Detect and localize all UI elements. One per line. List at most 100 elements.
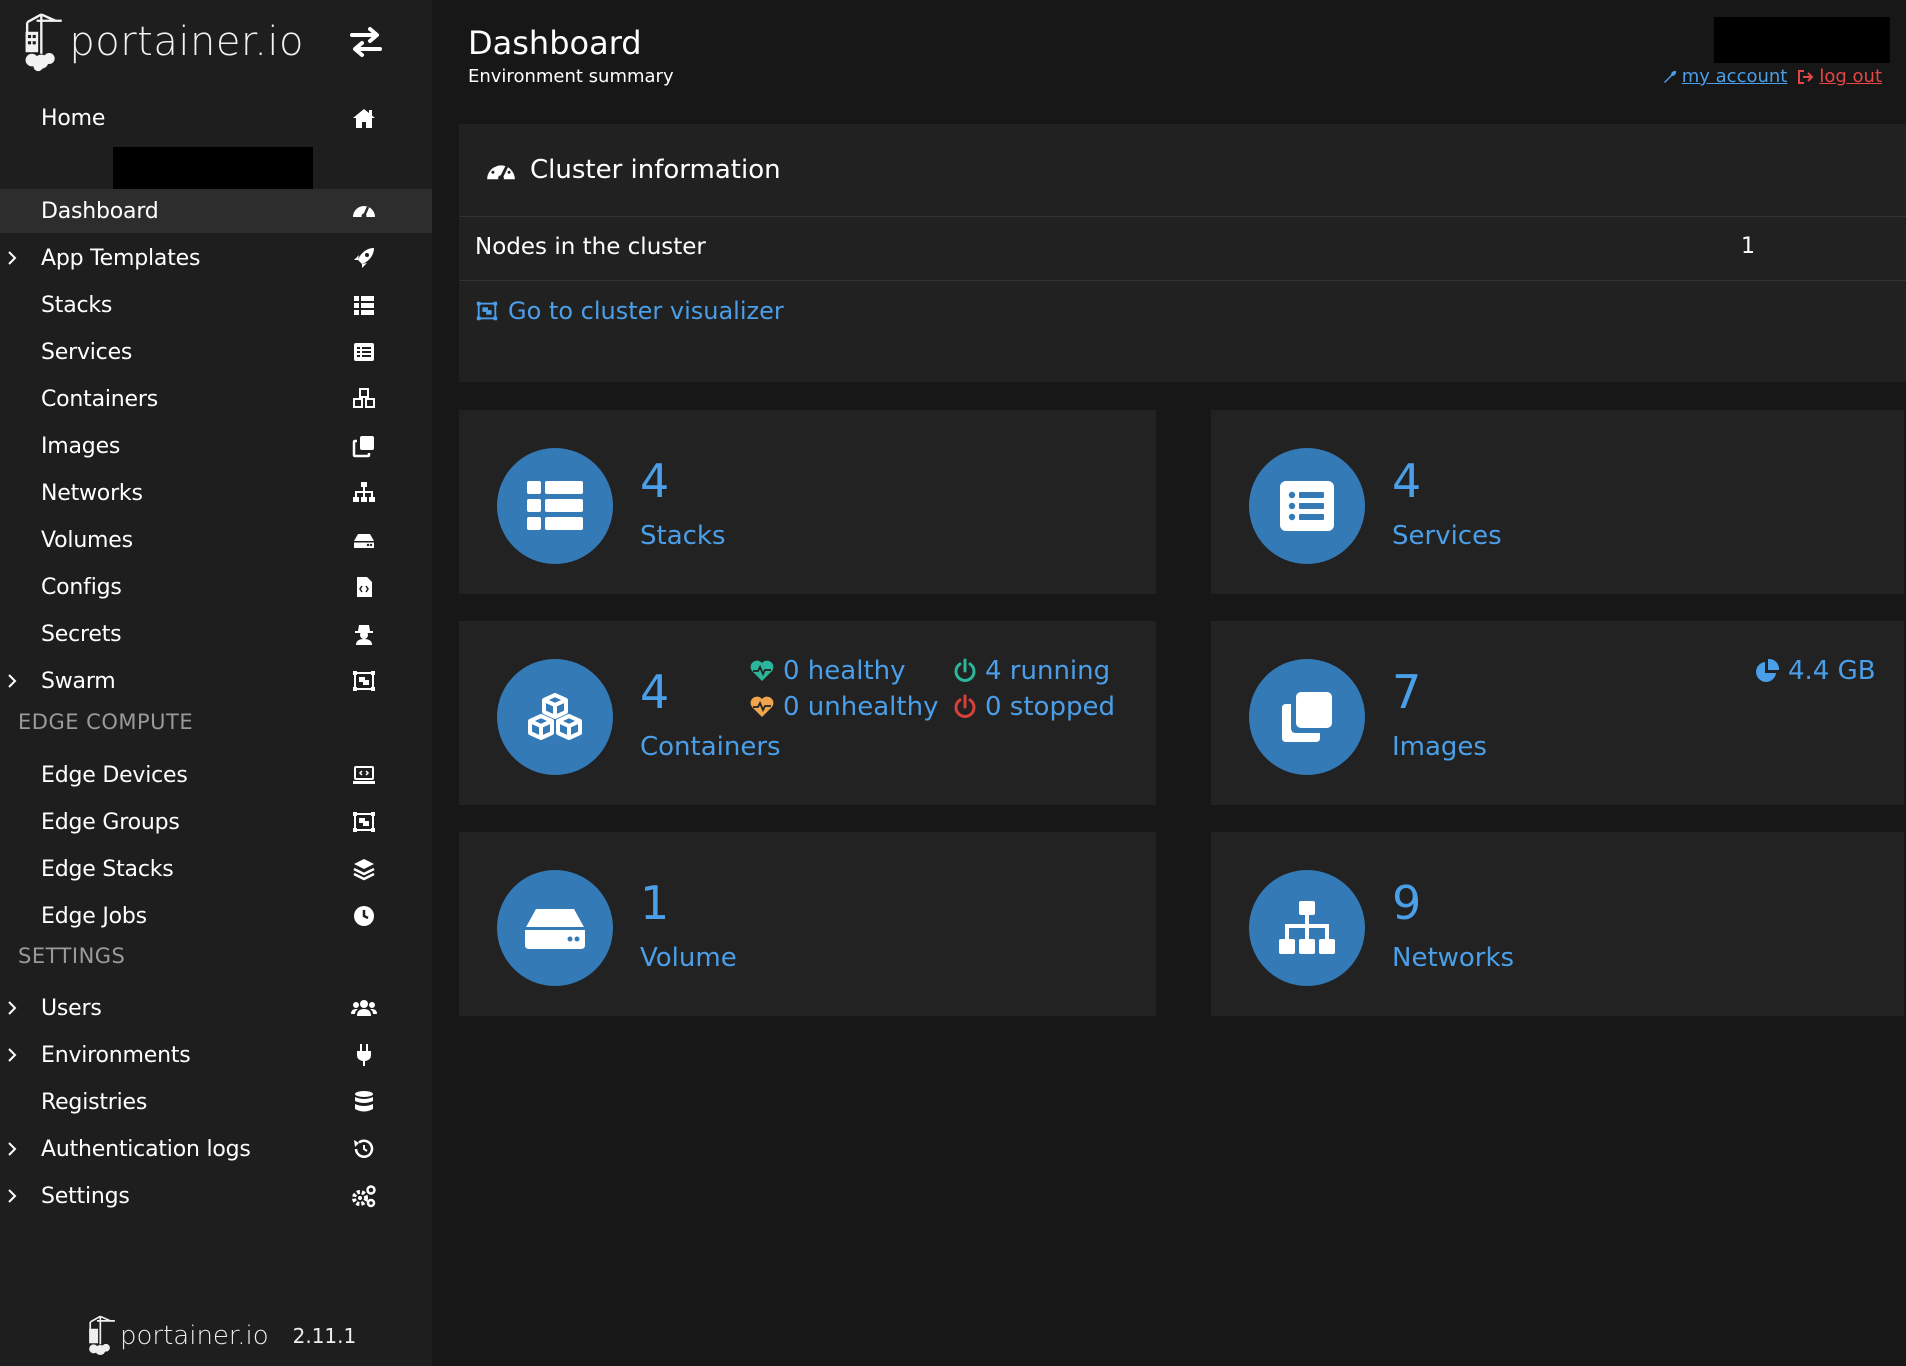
sidebar-item-secrets[interactable]: Secrets [0,612,432,656]
stacks-icon-circle [497,448,613,564]
sidebar-item-authentication-logs[interactable]: Authentication logs [0,1127,432,1171]
exchange-icon[interactable] [346,22,386,62]
sidebar-item-edge-stacks[interactable]: Edge Stacks [0,847,432,891]
volumes-tile[interactable]: 1 Volume [459,832,1156,1016]
sidebar-item-label: Edge Devices [41,762,188,788]
sidebar-item-label: Services [41,339,133,365]
layer-group-icon [353,859,375,881]
cluster-visualizer-link[interactable]: Go to cluster visualizer [474,297,784,325]
my-account-link[interactable]: my account [1662,66,1788,87]
sidebar-item-label: Environments [41,1042,191,1068]
object-group-icon [476,301,498,321]
sidebar-item-containers[interactable]: Containers [0,377,432,421]
environment-name-redacted [113,147,313,189]
sidebar-item-edge-jobs[interactable]: Edge Jobs [0,894,432,938]
containers-healthy: 0 healthy [749,656,906,686]
sidebar-item-services[interactable]: Services [0,330,432,374]
cubes-icon [353,388,375,408]
services-icon-circle [1249,448,1365,564]
stacks-label: Stacks [640,521,726,551]
healthy-text: 0 healthy [783,656,906,686]
sitemap-icon [353,482,375,502]
power-icon [954,658,976,682]
sidebar-item-settings[interactable]: Settings [0,1174,432,1218]
users-icon [351,1000,377,1016]
containers-unhealthy: 0 unhealthy [749,692,938,722]
tachometer-icon [487,161,515,181]
networks-label: Networks [1392,943,1515,973]
sidebar-item-label: Users [41,995,102,1021]
images-label: Images [1392,732,1487,762]
sidebar-item-label: Containers [41,386,158,412]
file-code-icon [357,577,372,597]
tachometer-icon [353,206,375,219]
networks-tile[interactable]: 9 Networks [1211,832,1904,1016]
cubes-icon [528,693,582,740]
sidebar-item-label: Images [41,433,121,459]
sidebar-item-app-templates[interactable]: App Templates [0,236,432,280]
sidebar-item-home[interactable]: Home [0,96,432,140]
networks-icon-circle [1249,870,1365,986]
cluster-header: Cluster information [459,124,1906,217]
plug-icon [357,1044,371,1066]
sidebar-item-label: Secrets [41,621,122,647]
hdd-icon [525,909,585,949]
power-icon [954,694,976,718]
sidebar-item-dashboard[interactable]: Dashboard [0,189,432,233]
sidebar-item-label: Home [41,105,106,131]
volumes-icon-circle [497,870,613,986]
portainer-logo[interactable]: portainer.io [24,0,304,84]
services-tile[interactable]: 4 Services [1211,410,1904,594]
hdd-icon [354,534,374,548]
sidebar-item-stacks[interactable]: Stacks [0,283,432,327]
sidebar-item-label: Edge Stacks [41,856,174,882]
heartbeat-icon [750,660,774,681]
images-icon-circle [1249,659,1365,775]
services-label: Services [1392,521,1502,551]
list-alt-icon [1280,481,1334,531]
sidebar: portainer.io Home Dashboard App Template… [0,0,432,1366]
images-size: 4.4 GB [1754,656,1876,686]
sidebar-item-images[interactable]: Images [0,424,432,468]
sidebar-item-label: Edge Jobs [41,903,147,929]
sidebar-item-registries[interactable]: Registries [0,1080,432,1124]
images-size-text: 4.4 GB [1788,656,1876,686]
page-subtitle: Environment summary [468,66,674,87]
sidebar-item-networks[interactable]: Networks [0,471,432,515]
header-links: my account log out [1662,66,1882,87]
sidebar-item-label: Settings [41,1183,130,1209]
services-count: 4 [1392,454,1422,508]
sidebar-item-configs[interactable]: Configs [0,565,432,609]
sidebar-item-environments[interactable]: Environments [0,1033,432,1077]
list-alt-icon [354,343,374,361]
page-title: Dashboard [468,24,642,62]
th-list-icon [354,296,374,315]
sidebar-item-volumes[interactable]: Volumes [0,518,432,562]
images-tile[interactable]: 7 Images 4.4 GB [1211,621,1904,805]
heartbeat-icon [750,696,774,717]
version-label: 2.11.1 [292,1324,357,1348]
portainer-crane-icon [25,13,62,72]
laptop-code-icon [353,766,375,784]
stacks-count: 4 [640,454,670,508]
chevron-right-icon [8,1142,17,1156]
sidebar-item-label: Swarm [41,668,116,694]
volumes-label: Volume [640,943,737,973]
containers-running: 4 running [953,656,1110,686]
section-title-edge-compute: EDGE COMPUTE [18,710,194,734]
th-list-icon [527,481,583,530]
running-text: 4 running [985,656,1111,686]
sidebar-item-swarm[interactable]: Swarm [0,659,432,703]
brand-name: portainer.io [69,19,304,65]
sidebar-item-edge-groups[interactable]: Edge Groups [0,800,432,844]
chevron-right-icon [8,674,17,688]
containers-tile[interactable]: 4 Containers 0 healthy 0 unhealthy 4 run… [459,621,1156,805]
my-account-label: my account [1681,66,1788,87]
sidebar-item-users[interactable]: Users [0,986,432,1030]
stacks-tile[interactable]: 4 Stacks [459,410,1156,594]
log-out-link[interactable]: log out [1797,66,1882,87]
username-redacted [1714,17,1890,63]
networks-count: 9 [1392,876,1422,930]
sitemap-icon [1279,901,1335,954]
sidebar-item-edge-devices[interactable]: Edge Devices [0,753,432,797]
